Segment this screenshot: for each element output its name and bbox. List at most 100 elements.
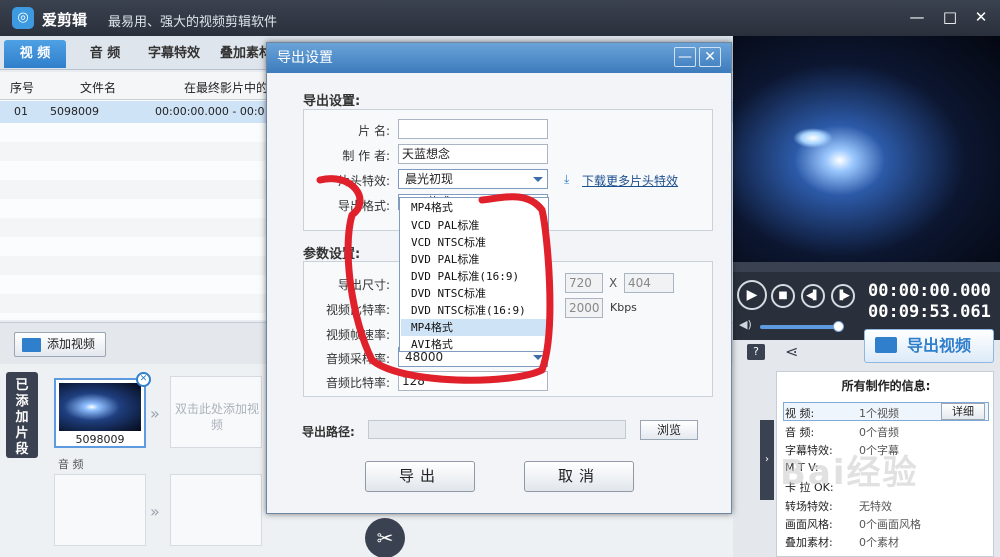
col-index: 序号 (10, 81, 35, 95)
format-dropdown: MP4格式 VCD PAL标准 VCD NTSC标准 DVD PAL标准 DVD… (399, 197, 549, 352)
download-icon: ⤓ (564, 172, 570, 186)
size-label: 导出尺寸: (337, 278, 390, 292)
minimize-window-icon[interactable]: — (906, 7, 928, 27)
app-logo-icon: ◎ (12, 7, 34, 29)
audio-bitrate-input[interactable]: 128 (398, 371, 548, 391)
bitrate-label: 视频比特率: (325, 303, 390, 317)
intro-effect-label: 片头特效: (337, 174, 390, 188)
help-icon[interactable]: ? (747, 344, 765, 360)
clip-preview-image (59, 383, 141, 431)
dialog-minimize-icon[interactable]: — (674, 47, 696, 67)
row-filename: 5098009 (50, 105, 99, 118)
path-label: 导出路径: (302, 425, 355, 439)
audio-slot[interactable] (54, 474, 146, 546)
scissors-icon[interactable]: ✂ (365, 518, 405, 557)
author-label: 制 作 者: (342, 149, 390, 163)
info-value: 无特效 (859, 500, 892, 513)
audio-slot[interactable] (170, 474, 262, 546)
format-option[interactable]: DVD NTSC标准(16:9) (401, 302, 547, 319)
bitrate-input[interactable]: 2000 (565, 298, 603, 318)
film-name-input[interactable] (398, 119, 548, 139)
bitrate-unit: Kbps (610, 301, 637, 314)
title-bar: ◎ 爱剪辑 最易用、强大的视频剪辑软件 — □ ✕ (0, 0, 1000, 36)
volume-knob[interactable] (833, 321, 844, 332)
export-button[interactable]: 导出 (365, 461, 475, 492)
col-filename: 文件名 (80, 81, 117, 95)
export-icon (875, 337, 897, 353)
share-icon[interactable]: ⋖ (785, 342, 798, 361)
audio-bitrate-label: 音频比特率: (325, 376, 390, 390)
format-option[interactable]: DVD PAL标准 (401, 251, 547, 268)
next-frame-icon[interactable]: ▐▶ (831, 284, 855, 308)
author-input[interactable]: 天蓝想念 (398, 144, 548, 164)
row-index: 01 (14, 105, 28, 118)
height-input[interactable]: 404 (624, 273, 674, 293)
info-value: 0个素材 (859, 536, 899, 549)
dialog-close-icon[interactable]: ✕ (699, 47, 721, 67)
info-key: 叠加素材: (785, 536, 833, 549)
section-params: 参数设置: (303, 247, 361, 262)
audio-track-label: 音 频 (58, 458, 84, 471)
preview-flare (793, 128, 833, 148)
info-value: 0个音频 (859, 426, 899, 439)
info-key: 画面风格: (785, 518, 833, 531)
empty-slot[interactable]: 双击此处添加视频 (170, 376, 262, 448)
slot-placeholder: 双击此处添加视频 (174, 402, 259, 432)
app-window: ◎ 爱剪辑 最易用、强大的视频剪辑软件 — □ ✕ 视 频 音 频 字幕特效 叠… (0, 0, 1000, 557)
export-video-label: 导出视频 (907, 336, 972, 355)
download-more-effects-link[interactable]: 下载更多片头特效 (582, 172, 678, 189)
maximize-window-icon[interactable]: □ (939, 7, 961, 27)
section-export-settings: 导出设置: (303, 94, 361, 109)
volume-icon[interactable]: ◀) (739, 318, 752, 331)
intro-effect-select[interactable]: 晨光初现 (398, 169, 548, 189)
format-option-selected[interactable]: MP4格式 (401, 319, 547, 336)
format-option[interactable]: VCD NTSC标准 (401, 234, 547, 251)
arrow-icon: » (150, 404, 160, 423)
chevron-down-icon (533, 355, 543, 360)
info-title: 所有制作的信息: (841, 379, 931, 393)
audio-rate-label: 音频采样率: (325, 352, 390, 366)
info-value: 1个视频 (859, 407, 899, 420)
info-key: 转场特效: (785, 500, 833, 513)
format-option[interactable]: MP4格式 (401, 199, 547, 216)
play-icon[interactable]: ▶ (737, 280, 767, 310)
video-preview (733, 36, 1000, 262)
clip-name: 5098009 (75, 433, 125, 446)
format-option[interactable]: VCD PAL标准 (401, 217, 547, 234)
remove-clip-icon[interactable]: ✕ (136, 372, 151, 387)
width-input[interactable]: 720 (565, 273, 603, 293)
export-path-input[interactable] (368, 420, 626, 439)
size-separator: X (609, 276, 618, 290)
format-option[interactable]: DVD PAL标准(16:9) (401, 268, 547, 285)
app-slogan: 最易用、强大的视频剪辑软件 (108, 15, 278, 30)
format-option[interactable]: AVI格式 (401, 336, 547, 353)
film-name-label: 片 名: (358, 124, 390, 138)
current-time: 00:00:00.000 (868, 281, 991, 301)
row-time: 00:00:00.000 - 00:0 (155, 105, 265, 118)
detail-button[interactable]: 详细 (941, 403, 985, 420)
tab-audio[interactable]: 音 频 (74, 40, 136, 68)
total-time: 00:09:53.061 (868, 302, 991, 322)
clip-thumbnail[interactable]: 5098009 (54, 378, 146, 448)
add-video-button[interactable]: 添加视频 (14, 332, 106, 357)
tab-subtitles[interactable]: 字幕特效 (142, 40, 206, 68)
export-video-button[interactable]: 导出视频 (864, 329, 994, 363)
film-add-icon (22, 338, 41, 352)
playback-progress[interactable] (733, 262, 1000, 272)
tab-video[interactable]: 视 频 (4, 40, 66, 68)
watermark: Bai经验 (780, 453, 919, 493)
format-option[interactable]: DVD NTSC标准 (401, 285, 547, 302)
format-label: 导出格式: (337, 199, 390, 213)
cancel-button[interactable]: 取消 (524, 461, 634, 492)
browse-button[interactable]: 浏览 (640, 420, 698, 440)
stop-icon[interactable]: ■ (771, 284, 795, 308)
info-key: 音 频: (785, 426, 815, 439)
chevron-down-icon (533, 177, 543, 182)
volume-slider[interactable] (760, 325, 840, 329)
close-window-icon[interactable]: ✕ (970, 7, 992, 27)
panel-collapse-icon[interactable]: › (760, 420, 774, 500)
prev-frame-icon[interactable]: ◀▌ (801, 284, 825, 308)
intro-effect-value: 晨光初现 (405, 172, 454, 186)
info-value: 0个画面风格 (859, 518, 921, 531)
framerate-label: 视频帧速率: (325, 328, 390, 342)
